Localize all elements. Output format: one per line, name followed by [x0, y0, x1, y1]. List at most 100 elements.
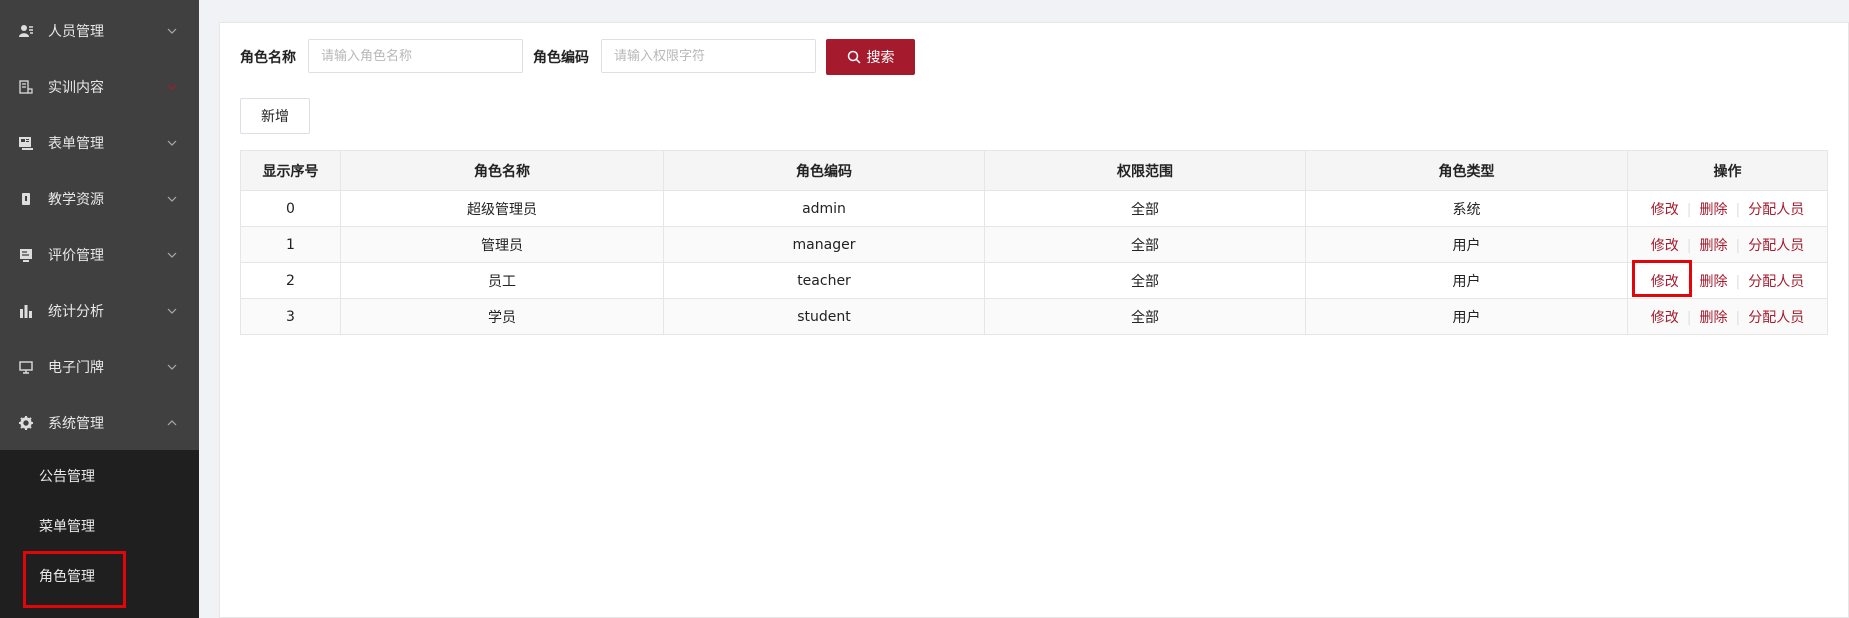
delete-link[interactable]: 删除: [1700, 274, 1728, 290]
separator: |: [1735, 237, 1741, 254]
delete-link[interactable]: 删除: [1700, 310, 1728, 326]
sidebar-item-evaluation[interactable]: 评价管理: [0, 227, 199, 283]
cell-role-type: 用户: [1305, 298, 1628, 335]
monitor-icon: [19, 360, 33, 374]
chevron-down-icon: [167, 196, 177, 202]
sidebar-item-training[interactable]: 实训内容: [0, 59, 199, 115]
chevron-down-icon: [167, 308, 177, 314]
cell-role-type: 用户: [1305, 262, 1628, 299]
sidebar-item-label: 评价管理: [48, 248, 104, 264]
table-row: 1 管理员 manager 全部 用户 修改 | 删除 | 分配人员: [240, 226, 1828, 263]
cell-role-name: 员工: [340, 262, 664, 299]
chevron-up-icon: [167, 420, 177, 426]
chevron-down-icon: [167, 28, 177, 34]
sidebar-item-statistics[interactable]: 统计分析: [0, 283, 199, 339]
cell-actions: 修改 | 删除 | 分配人员: [1627, 298, 1828, 335]
sidebar-item-e-doorplate[interactable]: 电子门牌: [0, 339, 199, 395]
role-code-label: 角色编码: [533, 50, 589, 66]
separator: |: [1686, 309, 1692, 326]
cell-order: 3: [240, 298, 341, 335]
cell-scope: 全部: [984, 262, 1306, 299]
sidebar-subitem-label: 公告管理: [39, 469, 95, 485]
form-icon: [19, 136, 33, 150]
column-header-order: 显示序号: [240, 150, 341, 191]
cell-actions: 修改 | 删除 | 分配人员: [1627, 226, 1828, 263]
add-button[interactable]: 新增: [240, 98, 310, 134]
training-icon: [19, 80, 33, 94]
sidebar-subitem-label: 菜单管理: [39, 519, 95, 535]
sidebar-subitem-label: 角色管理: [39, 569, 95, 585]
sidebar-subitem-announcements[interactable]: 公告管理: [0, 451, 199, 501]
column-header-role-name: 角色名称: [340, 150, 664, 191]
top-strip: [199, 0, 1849, 6]
cell-scope: 全部: [984, 226, 1306, 263]
sidebar-item-label: 系统管理: [48, 416, 104, 432]
edit-link[interactable]: 修改: [1651, 202, 1679, 218]
sidebar-subitem-roles[interactable]: 角色管理: [0, 551, 199, 601]
chevron-down-icon: [167, 364, 177, 370]
sidebar-item-system[interactable]: 系统管理: [0, 395, 199, 451]
cell-actions: 修改 | 删除 | 分配人员: [1627, 262, 1828, 299]
search-button-label: 搜索: [866, 50, 895, 66]
delete-link[interactable]: 删除: [1700, 238, 1728, 254]
table-header-row: 显示序号 角色名称 角色编码 权限范围 角色类型 操作: [240, 150, 1828, 191]
cell-role-type: 用户: [1305, 226, 1628, 263]
cell-order: 1: [240, 226, 341, 263]
roles-table: 显示序号 角色名称 角色编码 权限范围 角色类型 操作 0 超级管理员 admi…: [240, 150, 1828, 335]
cell-role-code: student: [663, 298, 985, 335]
gear-icon: [19, 416, 33, 430]
system-submenu: 公告管理 菜单管理 角色管理: [0, 450, 199, 618]
sidebar-subitem-menus[interactable]: 菜单管理: [0, 501, 199, 551]
column-header-scope: 权限范围: [984, 150, 1306, 191]
cell-role-code: teacher: [663, 262, 985, 299]
chevron-down-icon: [167, 140, 177, 146]
sidebar-item-resources[interactable]: 教学资源: [0, 171, 199, 227]
edit-link[interactable]: 修改: [1651, 274, 1679, 290]
cell-scope: 全部: [984, 298, 1306, 335]
chevron-down-icon: [167, 252, 177, 258]
delete-link[interactable]: 删除: [1700, 202, 1728, 218]
edit-link[interactable]: 修改: [1651, 238, 1679, 254]
role-name-input[interactable]: [308, 39, 523, 73]
cell-scope: 全部: [984, 190, 1306, 227]
cell-role-code: admin: [663, 190, 985, 227]
cell-order: 0: [240, 190, 341, 227]
assign-users-link[interactable]: 分配人员: [1748, 202, 1804, 218]
user-icon: [19, 24, 33, 38]
sidebar-item-label: 表单管理: [48, 136, 104, 152]
assign-users-link[interactable]: 分配人员: [1748, 310, 1804, 326]
role-code-input[interactable]: [601, 39, 816, 73]
sidebar: 人员管理 实训内容 表单管理 教学资源 评价管理 统计分析 电子门牌 系统管理 …: [0, 0, 199, 618]
search-icon: [847, 50, 861, 64]
assign-users-link[interactable]: 分配人员: [1748, 238, 1804, 254]
sidebar-item-label: 统计分析: [48, 304, 104, 320]
cell-role-code: manager: [663, 226, 985, 263]
column-header-role-type: 角色类型: [1305, 150, 1628, 191]
separator: |: [1735, 273, 1741, 290]
sidebar-item-label: 电子门牌: [48, 360, 104, 376]
bar-chart-icon: [19, 304, 33, 318]
separator: |: [1686, 237, 1692, 254]
separator: |: [1686, 201, 1692, 218]
cell-role-name: 超级管理员: [340, 190, 664, 227]
sidebar-item-personnel[interactable]: 人员管理: [0, 3, 199, 59]
table-row: 3 学员 student 全部 用户 修改 | 删除 | 分配人员: [240, 298, 1828, 335]
column-header-actions: 操作: [1627, 150, 1828, 191]
sidebar-item-forms[interactable]: 表单管理: [0, 115, 199, 171]
cell-actions: 修改 | 删除 | 分配人员: [1627, 190, 1828, 227]
assign-users-link[interactable]: 分配人员: [1748, 274, 1804, 290]
column-header-role-code: 角色编码: [663, 150, 985, 191]
evaluation-icon: [19, 248, 33, 262]
cell-role-name: 管理员: [340, 226, 664, 263]
separator: |: [1735, 201, 1741, 218]
cell-order: 2: [240, 262, 341, 299]
sidebar-item-label: 实训内容: [48, 80, 104, 96]
search-button[interactable]: 搜索: [826, 39, 915, 75]
chevron-down-icon: [167, 84, 177, 90]
edit-link[interactable]: 修改: [1651, 310, 1679, 326]
separator: |: [1735, 309, 1741, 326]
cell-role-name: 学员: [340, 298, 664, 335]
sidebar-item-label: 人员管理: [48, 24, 104, 40]
resource-icon: [19, 192, 33, 206]
table-row: 0 超级管理员 admin 全部 系统 修改 | 删除 | 分配人员: [240, 190, 1828, 227]
